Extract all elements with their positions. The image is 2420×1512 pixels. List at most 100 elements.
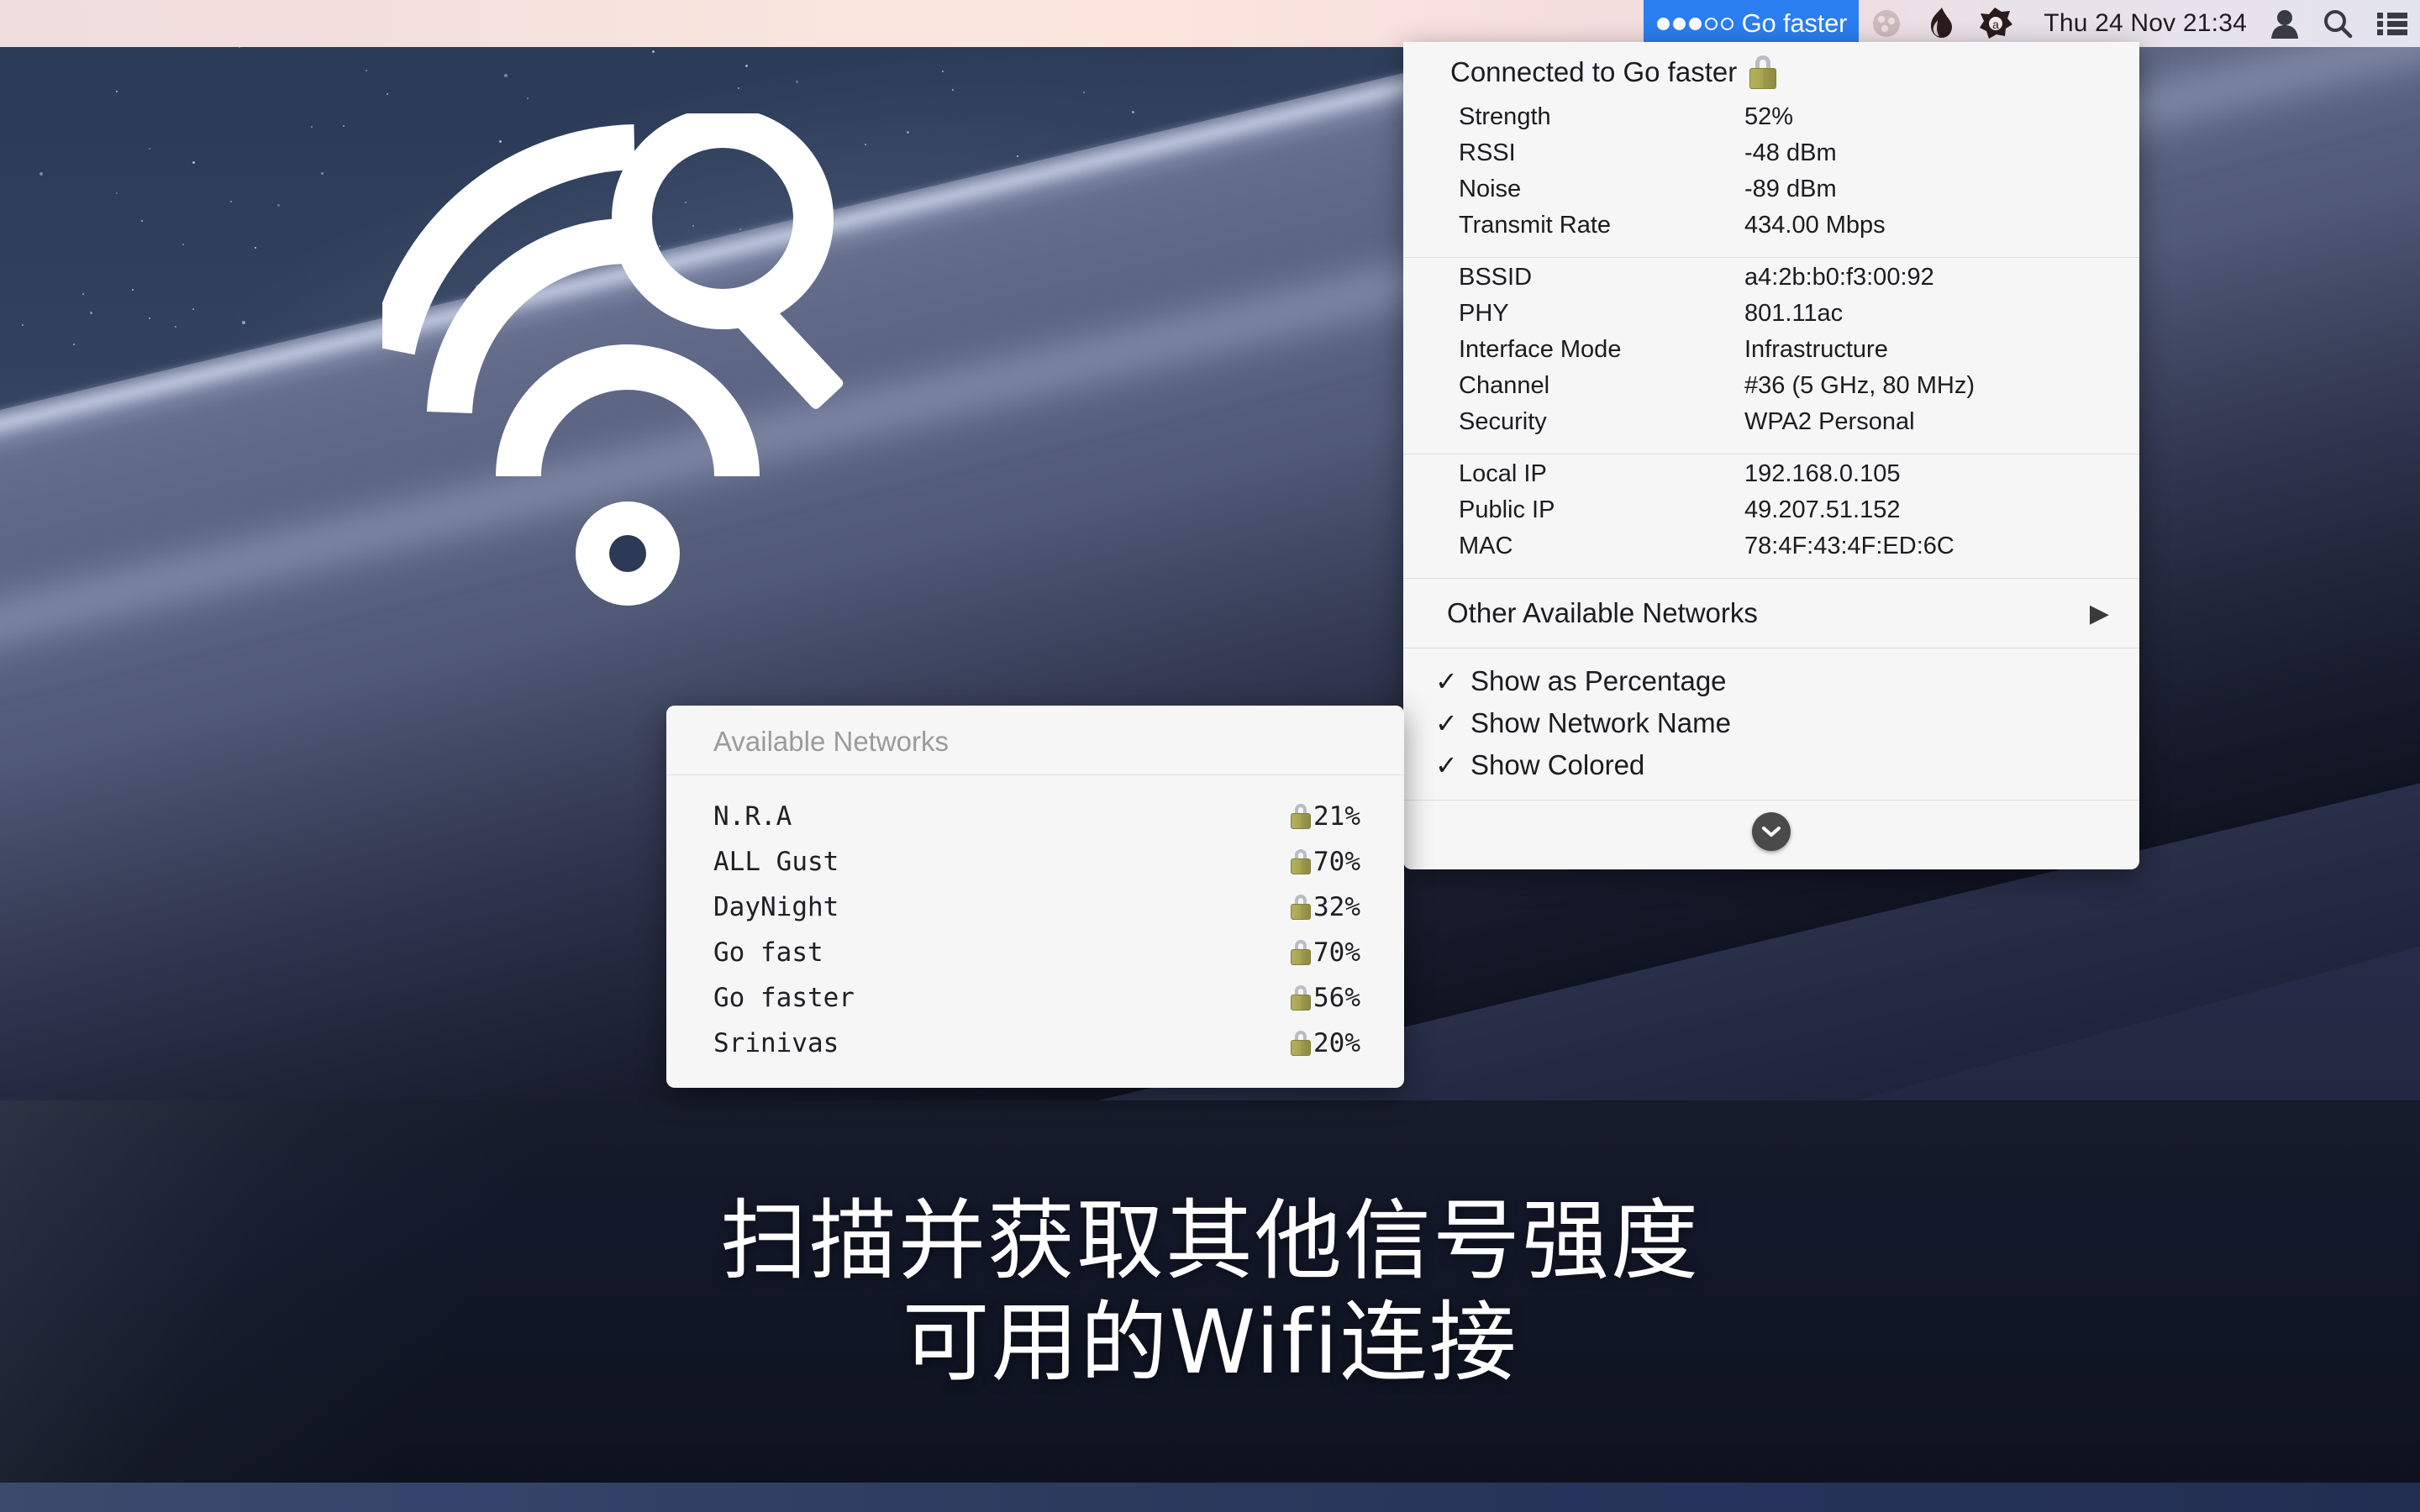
- info-key: BSSID: [1459, 264, 1533, 291]
- network-ssid: Go fast: [713, 937, 823, 968]
- info-key: MAC: [1459, 533, 1513, 559]
- option-show-colored[interactable]: ✓ Show Colored: [1403, 744, 2139, 786]
- user-icon[interactable]: [2259, 0, 2311, 47]
- info-key: Interface Mode: [1459, 336, 1622, 363]
- network-signal: 70%: [1313, 847, 1360, 877]
- bottom-accent-bar: [0, 1483, 2420, 1512]
- info-row: Interface Mode Infrastructure: [1403, 332, 2139, 368]
- info-row: PHY 801.11ac: [1403, 296, 2139, 332]
- info-key: Noise: [1459, 176, 1522, 202]
- dropbox-icon[interactable]: [1859, 0, 1914, 47]
- chevron-right-icon: ▶: [2089, 599, 2109, 627]
- address-info-group: Local IP 192.168.0.105 Public IP 49.207.…: [1403, 454, 2139, 578]
- search-icon[interactable]: [2311, 0, 2365, 47]
- wifi-menu-header: Connected to Go faster: [1403, 42, 2139, 97]
- network-list-item[interactable]: Srinivas 20%: [666, 1021, 1404, 1066]
- wifi-status-menu-item[interactable]: Go faster: [1643, 0, 1860, 47]
- info-row: RSSI -48 dBm: [1403, 135, 2139, 171]
- caption-line-1: 扫描并获取其他信号强度: [719, 1189, 1700, 1292]
- network-list-item[interactable]: Go faster 56%: [666, 975, 1404, 1021]
- network-meta: 20%: [1290, 1028, 1360, 1058]
- info-row: MAC 78:4F:43:4F:ED:6C: [1403, 528, 2139, 564]
- padlock-icon: [1290, 804, 1312, 829]
- info-value: WPA2 Personal: [1744, 408, 1915, 435]
- flame-icon[interactable]: [1914, 0, 1966, 47]
- wifi-scanner-logo: [370, 108, 886, 634]
- padlock-icon: [1749, 55, 1777, 89]
- info-row: Public IP 49.207.51.152: [1403, 492, 2139, 528]
- info-value: 49.207.51.152: [1744, 496, 1901, 523]
- promo-caption-area: 扫描并获取其他信号强度 可用的Wifi连接: [0, 1100, 2420, 1483]
- blob-app-icon[interactable]: a: [1966, 0, 2025, 47]
- info-value: 78:4F:43:4F:ED:6C: [1744, 533, 1954, 559]
- network-list-item[interactable]: N.R.A 21%: [666, 794, 1404, 839]
- available-networks-title: Available Networks: [713, 726, 950, 757]
- info-key: Security: [1459, 408, 1547, 435]
- signal-dot-3: [1688, 17, 1702, 30]
- checkmark-icon: ✓: [1435, 666, 1458, 696]
- info-row: Local IP 192.168.0.105: [1403, 456, 2139, 492]
- network-list-item[interactable]: DayNight 32%: [666, 885, 1404, 930]
- network-ssid: DayNight: [713, 892, 839, 922]
- info-key: Public IP: [1459, 496, 1555, 523]
- signal-strength-dots: [1656, 17, 1733, 30]
- info-key: Channel: [1459, 372, 1550, 399]
- info-value: 52%: [1744, 103, 1794, 130]
- network-meta: 32%: [1290, 892, 1360, 922]
- info-row: Security WPA2 Personal: [1403, 404, 2139, 440]
- padlock-icon: [1290, 1031, 1312, 1056]
- wifi-status-label: Go faster: [1741, 8, 1848, 38]
- signal-dot-2: [1672, 17, 1686, 30]
- menu-bar-clock[interactable]: Thu 24 Nov 21:34: [2025, 9, 2259, 38]
- network-list-item[interactable]: Go fast 70%: [666, 930, 1404, 975]
- network-meta: 70%: [1290, 937, 1360, 968]
- info-value: -48 dBm: [1744, 139, 1837, 166]
- network-signal: 70%: [1313, 937, 1360, 968]
- info-value: #36 (5 GHz, 80 MHz): [1744, 372, 1975, 399]
- padlock-icon: [1290, 849, 1312, 874]
- info-key: PHY: [1459, 300, 1509, 327]
- info-value: a4:2b:b0:f3:00:92: [1744, 264, 1934, 291]
- other-available-networks-menu-item[interactable]: Other Available Networks ▶: [1403, 579, 2139, 648]
- submenu-label: Other Available Networks: [1447, 597, 1758, 628]
- network-meta: 70%: [1290, 847, 1360, 877]
- option-show-network-name[interactable]: ✓ Show Network Name: [1403, 702, 2139, 744]
- available-networks-list: N.R.A 21% ALL Gust 70% DayNight 32% Go f…: [666, 775, 1404, 1088]
- network-signal: 32%: [1313, 892, 1360, 922]
- signal-dot-5: [1720, 17, 1733, 30]
- info-value: 801.11ac: [1744, 300, 1844, 327]
- info-row: Transmit Rate 434.00 Mbps: [1403, 207, 2139, 244]
- collapse-button[interactable]: [1752, 812, 1791, 851]
- network-signal: 21%: [1313, 801, 1360, 832]
- svg-text:a: a: [1992, 18, 1999, 31]
- network-ssid: Go faster: [713, 983, 855, 1013]
- available-networks-panel: Available Networks N.R.A 21% ALL Gust 70…: [666, 706, 1404, 1088]
- network-signal: 56%: [1313, 983, 1360, 1013]
- caption-light-sweep: [0, 1100, 639, 1483]
- radio-info-group: BSSID a4:2b:b0:f3:00:92 PHY 801.11ac Int…: [1403, 258, 2139, 454]
- menu-bar-status-items: Go faster a Thu 24 Nov 21:34: [1643, 0, 2420, 47]
- network-ssid: Srinivas: [713, 1028, 839, 1058]
- info-key: RSSI: [1459, 139, 1516, 166]
- wifi-detail-menu: Connected to Go faster Strength 52% RSSI…: [1403, 42, 2139, 869]
- signal-dot-1: [1656, 17, 1670, 30]
- info-key: Strength: [1459, 103, 1551, 130]
- wifi-menu-footer: [1403, 801, 2139, 869]
- network-meta: 56%: [1290, 983, 1360, 1013]
- macos-menu-bar: Go faster a Thu 24 Nov 21:34: [0, 0, 2420, 47]
- option-show-as-percentage[interactable]: ✓ Show as Percentage: [1403, 660, 2139, 702]
- info-row: Channel #36 (5 GHz, 80 MHz): [1403, 368, 2139, 404]
- connection-info-group: Strength 52% RSSI -48 dBm Noise -89 dBm …: [1403, 97, 2139, 257]
- network-ssid: ALL Gust: [713, 847, 839, 877]
- info-value: 192.168.0.105: [1744, 460, 1901, 487]
- checkmark-icon: ✓: [1435, 750, 1458, 780]
- network-list-item[interactable]: ALL Gust 70%: [666, 839, 1404, 885]
- option-label: Show as Percentage: [1470, 665, 1727, 696]
- control-center-icon[interactable]: [2365, 0, 2420, 47]
- info-value: 434.00 Mbps: [1744, 212, 1886, 239]
- wifi-menu-header-label: Connected to Go faster: [1450, 56, 1738, 87]
- padlock-icon: [1290, 985, 1312, 1011]
- caption-line-2: 可用的Wifi连接: [902, 1290, 1518, 1394]
- option-label: Show Network Name: [1470, 707, 1731, 738]
- info-value: -89 dBm: [1744, 176, 1837, 202]
